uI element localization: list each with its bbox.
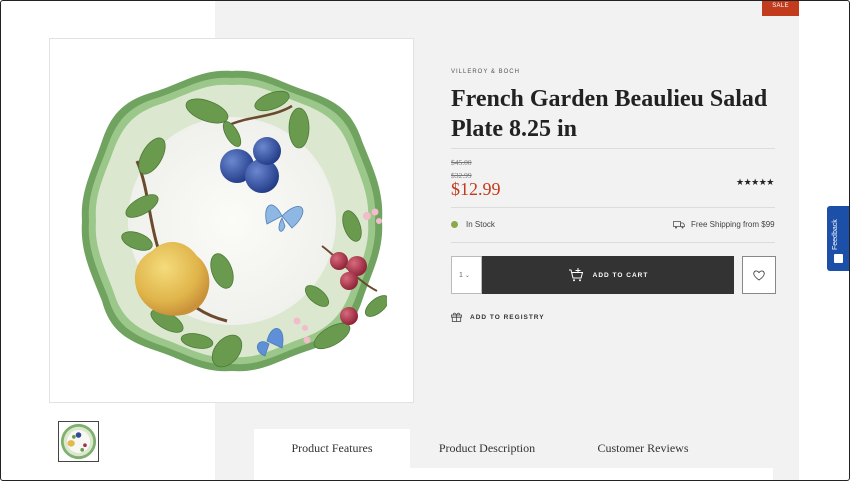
page: SALE VILLEROY & BOCH French Garden Beaul… (0, 0, 850, 481)
cart-plus-icon (568, 268, 583, 282)
product-title: French Garden Beaulieu Salad Plate 8.25 … (451, 86, 768, 142)
feedback-button[interactable]: Feedback (827, 206, 849, 271)
heart-icon (753, 269, 765, 281)
add-to-registry-link[interactable]: ADD TO REGISTRY (451, 312, 545, 322)
tab-customer-reviews[interactable]: Customer Reviews (580, 429, 706, 468)
main-product-image[interactable] (49, 38, 414, 403)
shipping-info: Free Shipping from $99 (673, 220, 775, 229)
stock-status: In Stock (451, 220, 495, 229)
thumbnail-image[interactable] (58, 421, 99, 462)
sale-badge: SALE (762, 1, 799, 16)
plate-thumbnail-illustration (60, 423, 97, 460)
price-original: $45.00 (451, 158, 472, 167)
truck-icon (673, 220, 685, 228)
quantity-value: 1 (459, 271, 463, 279)
chevron-down-icon: ⌄ (464, 272, 470, 279)
brand-name[interactable]: VILLEROY & BOCH (451, 69, 520, 75)
divider (451, 242, 775, 243)
product-tabs: Product Features Product Description Cus… (254, 429, 773, 480)
plate-illustration (81, 70, 387, 371)
tab-panel (254, 468, 773, 480)
feedback-label: Feedback (832, 219, 839, 250)
shipping-label: Free Shipping from $99 (691, 220, 775, 229)
wishlist-button[interactable] (742, 256, 776, 294)
tab-product-features[interactable]: Product Features (254, 429, 410, 468)
add-to-cart-label: ADD TO CART (592, 271, 649, 279)
add-to-registry-label: ADD TO REGISTRY (470, 313, 545, 321)
rating-stars[interactable]: ★★★★★ (736, 177, 774, 188)
stock-status-label: In Stock (466, 220, 495, 229)
divider (451, 207, 775, 208)
price-current: $12.99 (451, 179, 501, 199)
feedback-icon (834, 254, 843, 263)
add-to-cart-button[interactable]: ADD TO CART (482, 256, 734, 294)
gift-icon (451, 312, 462, 322)
quantity-select[interactable]: 1 ⌄ (451, 256, 482, 294)
tab-product-description[interactable]: Product Description (424, 429, 550, 468)
stock-indicator-dot (451, 221, 458, 228)
divider (451, 148, 775, 149)
